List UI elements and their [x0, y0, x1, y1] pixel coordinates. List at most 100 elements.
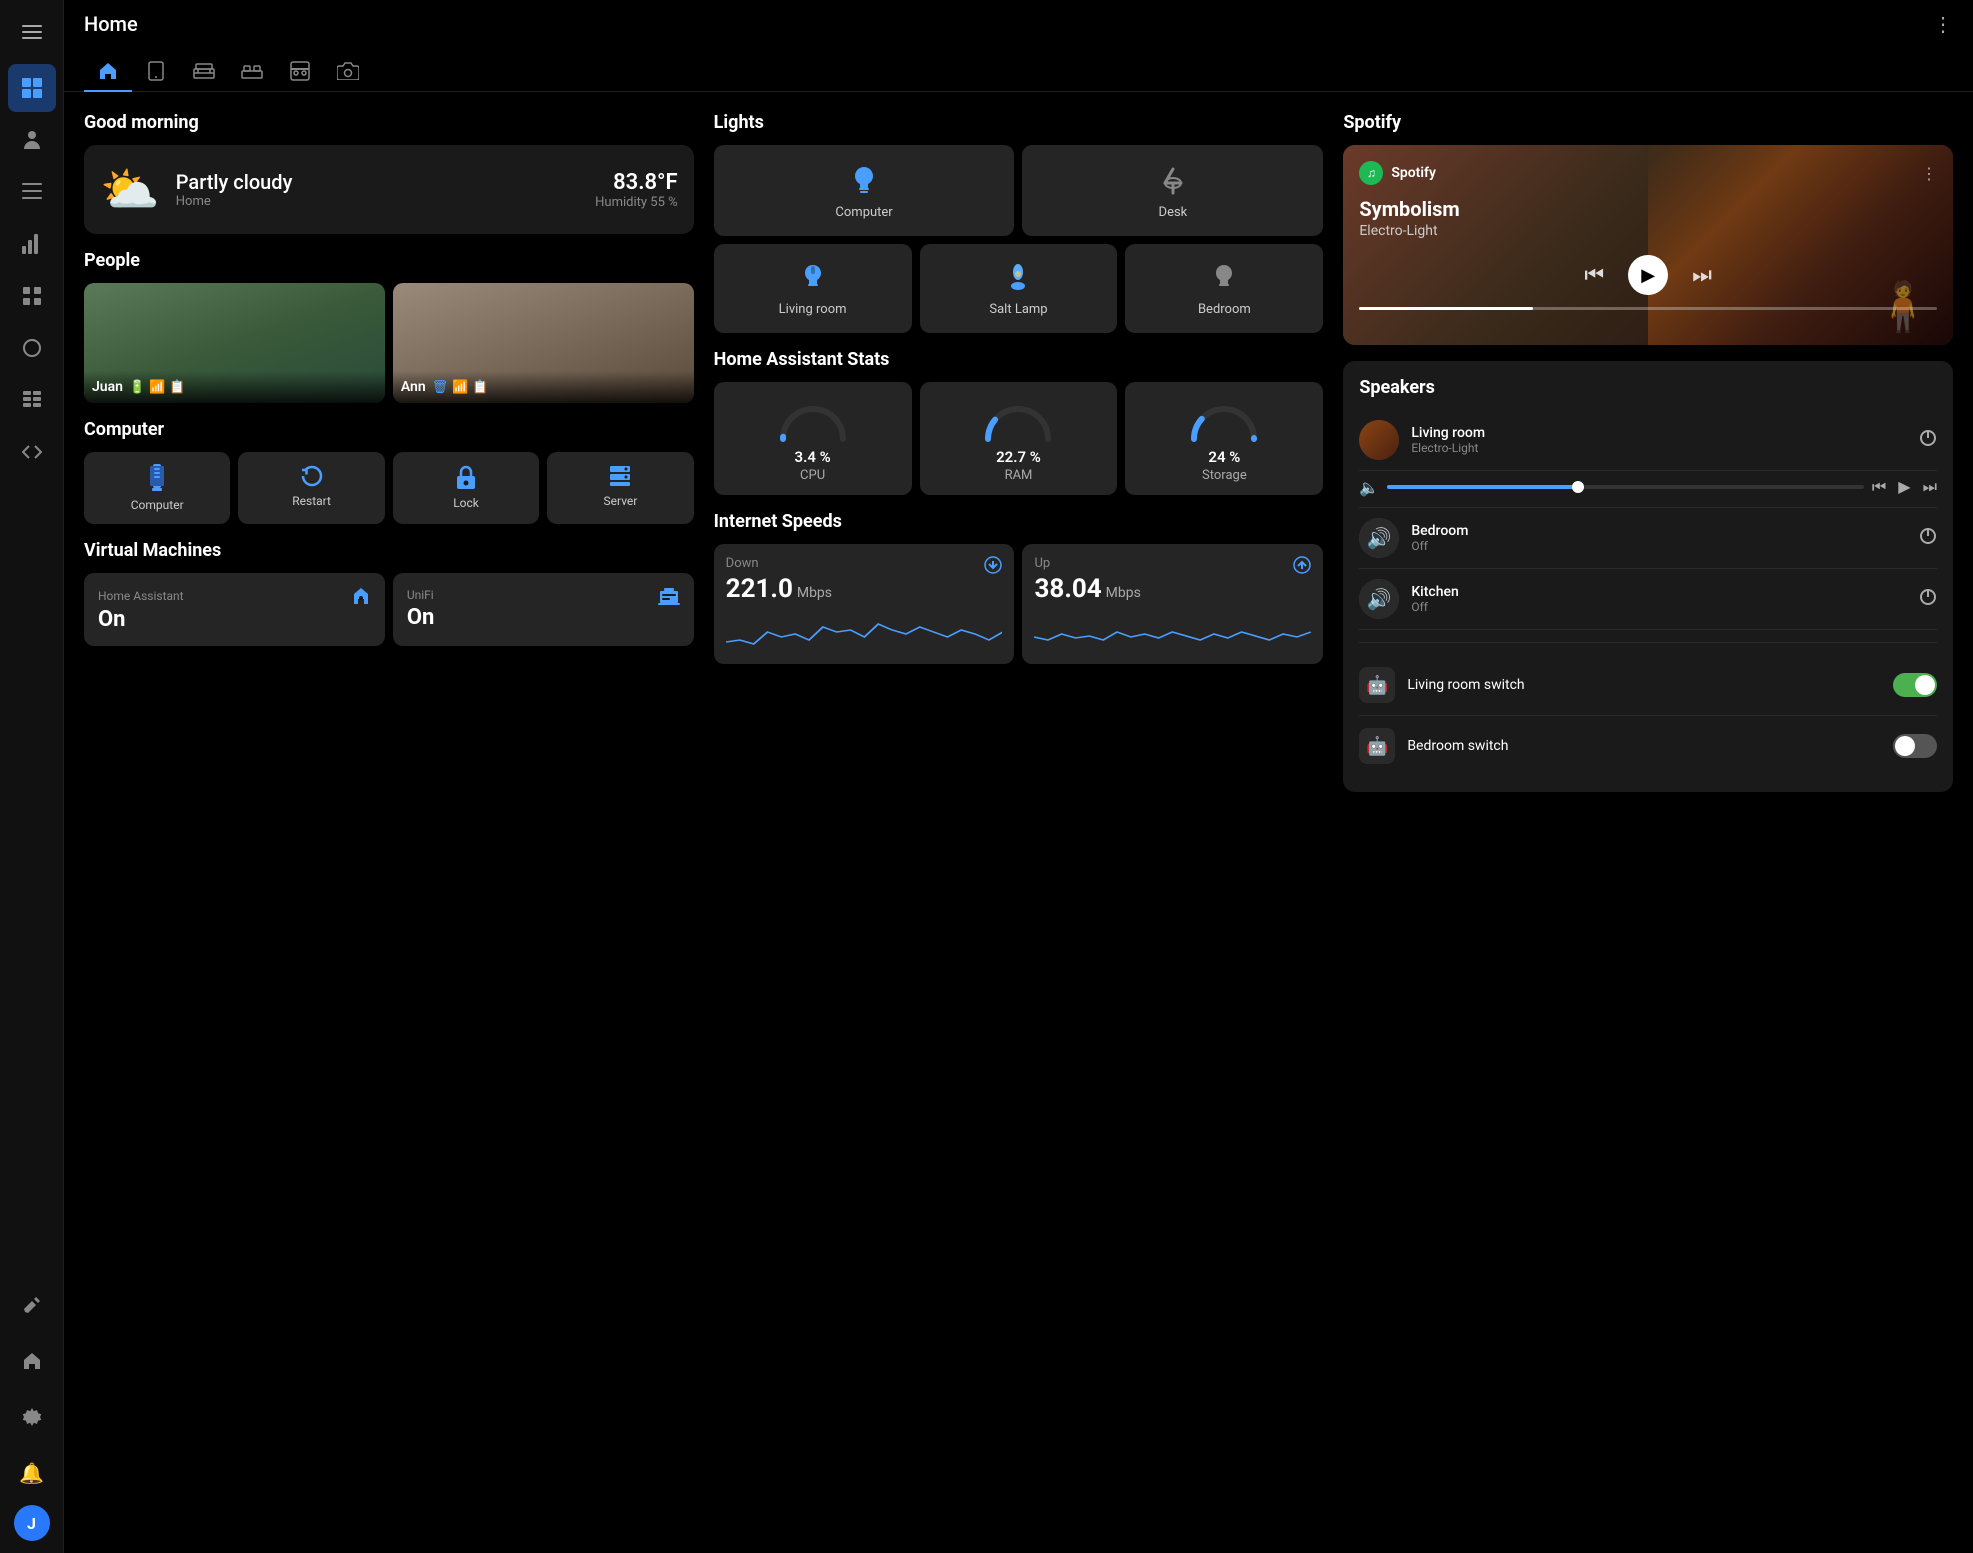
- speaker-bedroom-info: Bedroom Off: [1411, 523, 1907, 553]
- tab-device[interactable]: [132, 52, 180, 92]
- volume-play-button[interactable]: ▶: [1898, 477, 1910, 497]
- weather-icon: ⛅: [100, 161, 160, 218]
- greeting-section: Good morning ⛅ Partly cloudy Home 83.8°F…: [84, 112, 694, 234]
- switch-bedroom-icon: 🤖: [1359, 728, 1395, 764]
- volume-knob: [1572, 481, 1584, 493]
- person-name-ann: Ann: [401, 379, 426, 395]
- computer-button[interactable]: Computer: [84, 452, 230, 524]
- switch-living-room: 🤖 Living room switch: [1359, 655, 1937, 716]
- speaker-kitchen-status: Off: [1411, 600, 1907, 614]
- restart-button[interactable]: Restart: [238, 452, 384, 524]
- light-computer[interactable]: Computer: [714, 145, 1015, 236]
- switch-living-knob: [1915, 675, 1935, 695]
- spotify-controls: ⏮ ▶ ⏭: [1359, 255, 1937, 295]
- sidebar-item-list[interactable]: [8, 168, 56, 216]
- stat-storage: 24 % Storage: [1125, 382, 1323, 495]
- right-column: Spotify 🧍 ♫ Spotify ⋮: [1343, 112, 1953, 792]
- server-button[interactable]: Server: [547, 452, 693, 524]
- light-desk[interactable]: Desk: [1022, 145, 1323, 236]
- restart-btn-label: Restart: [292, 494, 331, 508]
- person-overlay-ann: Ann 🗑 📶 📋: [393, 371, 694, 403]
- vm-title: Virtual Machines: [84, 540, 694, 561]
- vm-card-ha[interactable]: Home Assistant On: [84, 573, 385, 646]
- weather-location: Home: [176, 194, 579, 209]
- sidebar-item-settings[interactable]: [8, 1393, 56, 1441]
- topbar-menu-button[interactable]: ⋮: [1933, 12, 1953, 36]
- spotify-progress-bar[interactable]: [1359, 307, 1937, 310]
- person-card-juan[interactable]: Juan 🔋 📶 📋: [84, 283, 385, 403]
- switch-bedroom-toggle[interactable]: [1893, 734, 1937, 758]
- switch-bedroom-name: Bedroom switch: [1407, 738, 1881, 754]
- light-bedroom[interactable]: Bedroom: [1125, 244, 1323, 333]
- vm-section: Virtual Machines Home Assistant On: [84, 540, 694, 646]
- sidebar-item-refresh[interactable]: [8, 324, 56, 372]
- cpu-label: CPU: [800, 468, 825, 483]
- volume-slider[interactable]: [1387, 485, 1864, 489]
- spotify-icon: ♫: [1359, 161, 1383, 185]
- internet-title: Internet Speeds: [714, 511, 1324, 532]
- light-living-label: Living room: [779, 302, 847, 317]
- storage-gauge: [1184, 394, 1264, 444]
- volume-icon: 🔈: [1359, 478, 1379, 497]
- speaker-kitchen-power-button[interactable]: [1919, 588, 1937, 611]
- person-icons-ann: 🗑 📶 📋: [432, 380, 489, 395]
- sidebar-item-tools[interactable]: [8, 1281, 56, 1329]
- tab-home[interactable]: [84, 52, 132, 92]
- light-computer-label: Computer: [835, 205, 892, 220]
- speaker-kitchen-info: Kitchen Off: [1411, 584, 1907, 614]
- spotify-title: Spotify: [1343, 112, 1953, 133]
- speed-up-value: 38.04 Mbps: [1034, 574, 1311, 604]
- speed-up-graph: [1034, 612, 1311, 652]
- speakers-section: Speakers Living room Electro-Light: [1343, 361, 1953, 792]
- volume-playback-controls: ⏮ ▶ ⏭: [1872, 477, 1937, 497]
- volume-prev-button[interactable]: ⏮: [1872, 477, 1886, 497]
- tab-room1[interactable]: [180, 52, 228, 92]
- vm-ha-label: Home Assistant: [98, 589, 184, 603]
- light-salt[interactable]: Salt Lamp: [920, 244, 1118, 333]
- spotify-track: Symbolism: [1359, 197, 1937, 221]
- lock-btn-label: Lock: [453, 496, 479, 510]
- spotify-section: Spotify 🧍 ♫ Spotify ⋮: [1343, 112, 1953, 345]
- vm-card-unifi[interactable]: UniFi On: [393, 573, 694, 646]
- light-living[interactable]: Living room: [714, 244, 912, 333]
- speaker-bedroom-avatar: 🔊: [1359, 518, 1399, 558]
- bell-button[interactable]: 🔔: [8, 1449, 56, 1497]
- sidebar-item-home[interactable]: [8, 1337, 56, 1385]
- sidebar-item-grid[interactable]: [8, 272, 56, 320]
- spotify-prev-button[interactable]: ⏮: [1584, 263, 1604, 288]
- topbar: Home ⋮: [64, 0, 1973, 48]
- spotify-more-button[interactable]: ⋮: [1921, 164, 1937, 183]
- volume-fill: [1387, 485, 1578, 489]
- speaker-bedroom: 🔊 Bedroom Off: [1359, 508, 1937, 569]
- vm-grid: Home Assistant On UniFi: [84, 573, 694, 646]
- speaker-living-power-button[interactable]: [1919, 429, 1937, 452]
- tab-camera[interactable]: [324, 52, 372, 92]
- speaker-bedroom-power-button[interactable]: [1919, 527, 1937, 550]
- user-avatar[interactable]: J: [14, 1505, 50, 1541]
- tab-room2[interactable]: [228, 52, 276, 92]
- sidebar-item-chart[interactable]: [8, 220, 56, 268]
- lock-button[interactable]: Lock: [393, 452, 539, 524]
- cpu-value: 3.4 %: [795, 448, 831, 466]
- spotify-next-button[interactable]: ⏭: [1692, 263, 1712, 288]
- vm-ha-status: On: [98, 607, 371, 632]
- weather-card: ⛅ Partly cloudy Home 83.8°F Humidity 55 …: [84, 145, 694, 234]
- left-column: Good morning ⛅ Partly cloudy Home 83.8°F…: [84, 112, 694, 792]
- computer-title: Computer: [84, 419, 694, 440]
- sidebar-item-person[interactable]: [8, 116, 56, 164]
- weather-metrics: 83.8°F Humidity 55 %: [595, 170, 678, 210]
- speed-down-header: Down: [726, 556, 1003, 574]
- menu-button[interactable]: [12, 12, 52, 52]
- volume-next-button[interactable]: ⏭: [1923, 477, 1937, 497]
- sidebar-item-vscode[interactable]: [8, 428, 56, 476]
- sidebar-item-hacs[interactable]: [8, 376, 56, 424]
- switch-living-toggle[interactable]: [1893, 673, 1937, 697]
- spotify-play-button[interactable]: ▶: [1628, 255, 1668, 295]
- switch-living-name: Living room switch: [1407, 677, 1881, 693]
- internet-section: Internet Speeds Down 221.0: [714, 511, 1324, 664]
- tab-kitchen[interactable]: [276, 52, 324, 92]
- switch-bedroom-knob: [1895, 736, 1915, 756]
- weather-info: Partly cloudy Home: [176, 170, 579, 209]
- sidebar-item-dashboard[interactable]: [8, 64, 56, 112]
- person-card-ann[interactable]: Ann 🗑 📶 📋: [393, 283, 694, 403]
